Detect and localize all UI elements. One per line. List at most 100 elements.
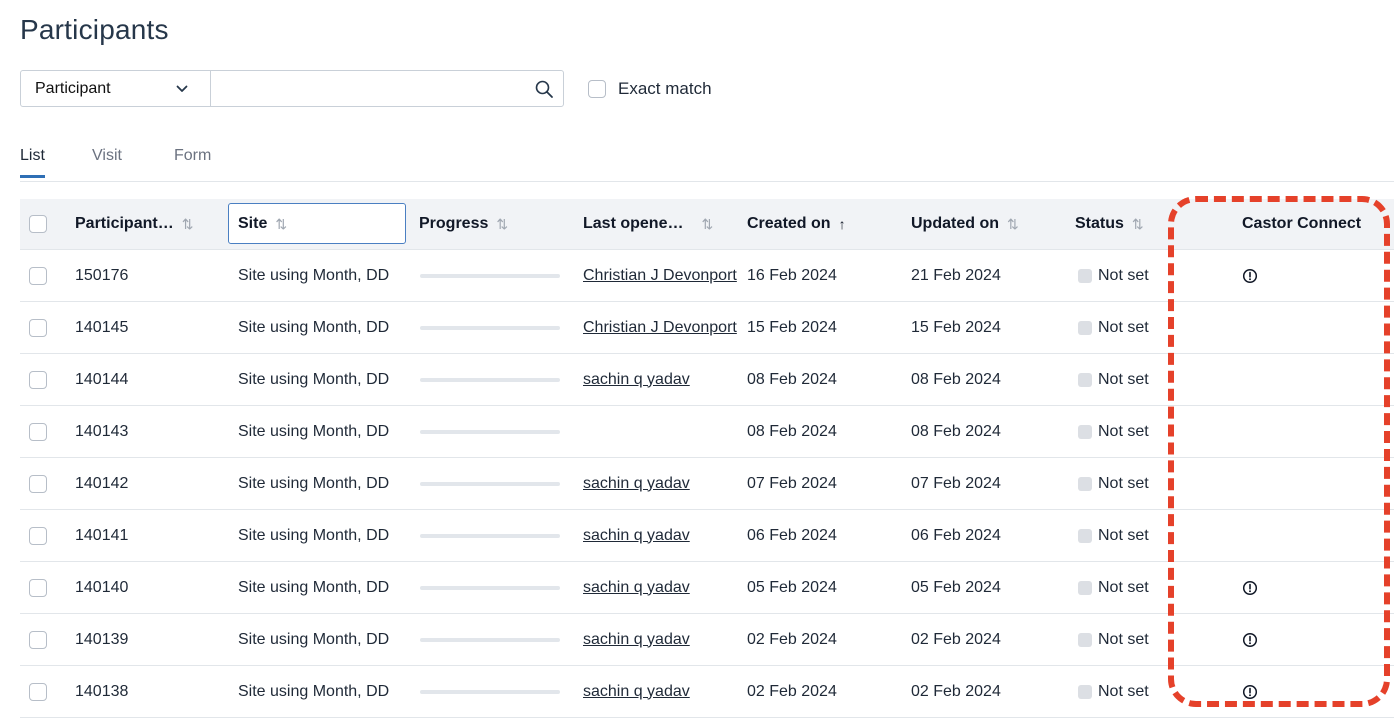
progress-bar bbox=[420, 637, 560, 642]
participant-id[interactable]: 140138 bbox=[75, 666, 128, 717]
updated-on: 08 Feb 2024 bbox=[911, 370, 1001, 388]
row-checkbox[interactable] bbox=[29, 422, 47, 441]
status-cell: Not set bbox=[1078, 354, 1149, 405]
search-input[interactable] bbox=[211, 71, 525, 106]
column-header-status[interactable]: Status ⇅ bbox=[1075, 199, 1144, 249]
tab-form[interactable]: Form bbox=[174, 147, 211, 165]
status-indicator bbox=[1078, 424, 1092, 439]
last-opened-user-link[interactable]: sachin q yadav bbox=[583, 475, 690, 493]
alert-icon[interactable] bbox=[1242, 684, 1258, 700]
select-all-checkbox[interactable] bbox=[29, 215, 47, 233]
column-header-castor-connect[interactable]: Castor Connect bbox=[1242, 199, 1361, 249]
table-row[interactable]: 140140 Site using Month, DD sachin q yadav… bbox=[20, 562, 1394, 614]
status-indicator bbox=[1078, 632, 1092, 647]
column-label: Last opene… bbox=[583, 215, 684, 232]
column-header-participant[interactable]: Participant… ⇅ bbox=[75, 199, 193, 249]
search-box: Participant bbox=[20, 70, 564, 107]
row-checkbox[interactable] bbox=[29, 630, 47, 649]
alert-icon[interactable] bbox=[1242, 580, 1258, 596]
alert-icon[interactable] bbox=[1242, 632, 1258, 648]
status-indicator bbox=[1078, 580, 1092, 595]
participant-id[interactable]: 150176 bbox=[75, 250, 128, 301]
site-name: Site using Month, DD bbox=[238, 318, 390, 336]
table-row[interactable]: 140139 Site using Month, DD sachin q yadav… bbox=[20, 614, 1394, 666]
last-opened-user-link[interactable]: sachin q yadav bbox=[583, 579, 690, 597]
table-row[interactable]: 140145 Site using Month, DD Christian J De… bbox=[20, 302, 1394, 354]
exact-match-option[interactable]: Exact match bbox=[588, 79, 712, 99]
column-header-site[interactable]: Site ⇅ bbox=[238, 199, 287, 249]
progress-bar bbox=[420, 377, 560, 382]
last-opened-user-link[interactable]: sachin q yadav bbox=[583, 683, 690, 701]
updated-on: 08 Feb 2024 bbox=[911, 422, 1001, 440]
search-bar: Participant Exact match bbox=[20, 69, 712, 108]
column-label: Updated on bbox=[911, 215, 999, 232]
last-opened-cell: Christian J Devonport bbox=[583, 302, 743, 353]
column-header-created-on[interactable]: Created on ↑ bbox=[747, 199, 846, 249]
table-row[interactable]: 140138 Site using Month, DD sachin q yadav… bbox=[20, 666, 1394, 718]
site-name: Site using Month, DD bbox=[238, 474, 390, 492]
site-name: Site using Month, DD bbox=[238, 578, 390, 596]
tab-visit[interactable]: Visit bbox=[92, 147, 122, 165]
row-checkbox[interactable] bbox=[29, 474, 47, 493]
row-checkbox[interactable] bbox=[29, 682, 47, 701]
progress-bar bbox=[420, 429, 560, 434]
row-checkbox[interactable] bbox=[29, 578, 47, 597]
participant-id[interactable]: 140142 bbox=[75, 458, 128, 509]
status-label: Not set bbox=[1098, 474, 1149, 492]
created-on: 06 Feb 2024 bbox=[747, 526, 837, 544]
column-header-last-opened[interactable]: Last opene… ⇅ bbox=[583, 199, 713, 249]
site-name: Site using Month, DD bbox=[238, 422, 390, 440]
table-row[interactable]: 150176 Site using Month, DD Christian J De… bbox=[20, 250, 1394, 302]
page-title: Participants bbox=[20, 14, 169, 45]
row-checkbox[interactable] bbox=[29, 266, 47, 285]
castor-connect-cell bbox=[1242, 562, 1258, 613]
search-field-value: Participant bbox=[35, 79, 111, 97]
status-indicator bbox=[1078, 268, 1092, 283]
status-cell: Not set bbox=[1078, 562, 1149, 613]
status-indicator bbox=[1078, 684, 1092, 699]
sort-icon: ⇅ bbox=[1131, 215, 1144, 232]
select-all-cell bbox=[29, 199, 47, 249]
progress-cell bbox=[408, 614, 560, 665]
row-checkbox[interactable] bbox=[29, 526, 47, 545]
last-opened-user-link[interactable]: sachin q yadav bbox=[583, 527, 690, 545]
participant-id[interactable]: 140140 bbox=[75, 562, 128, 613]
participant-id[interactable]: 140141 bbox=[75, 510, 128, 561]
view-tabs: List Visit Form bbox=[20, 147, 1394, 182]
table-row[interactable]: 140143 Site using Month, DD 08 Feb 2024 08 … bbox=[20, 406, 1394, 458]
row-checkbox[interactable] bbox=[29, 370, 47, 389]
alert-icon[interactable] bbox=[1242, 268, 1258, 284]
progress-bar bbox=[420, 533, 560, 538]
exact-match-checkbox[interactable] bbox=[588, 79, 606, 98]
status-label: Not set bbox=[1098, 578, 1149, 596]
last-opened-cell: sachin q yadav bbox=[583, 614, 743, 665]
participant-id[interactable]: 140145 bbox=[75, 302, 128, 353]
search-field-select[interactable]: Participant bbox=[21, 71, 211, 106]
status-cell: Not set bbox=[1078, 302, 1149, 353]
castor-connect-cell bbox=[1242, 250, 1258, 301]
updated-on: 02 Feb 2024 bbox=[911, 630, 1001, 648]
participant-id[interactable]: 140139 bbox=[75, 614, 128, 665]
created-on: 08 Feb 2024 bbox=[747, 370, 837, 388]
row-checkbox[interactable] bbox=[29, 318, 47, 337]
tab-list[interactable]: List bbox=[20, 147, 45, 178]
last-opened-user-link[interactable]: sachin q yadav bbox=[583, 631, 690, 649]
table-row[interactable]: 140141 Site using Month, DD sachin q yadav… bbox=[20, 510, 1394, 562]
column-header-updated-on[interactable]: Updated on ⇅ bbox=[911, 199, 1019, 249]
last-opened-user-link[interactable]: Christian J Devonport bbox=[583, 267, 737, 285]
progress-bar bbox=[420, 325, 560, 330]
status-label: Not set bbox=[1098, 370, 1149, 388]
column-header-progress[interactable]: Progress ⇅ bbox=[419, 199, 508, 249]
last-opened-user-link[interactable]: sachin q yadav bbox=[583, 371, 690, 389]
table-row[interactable]: 140144 Site using Month, DD sachin q yadav… bbox=[20, 354, 1394, 406]
participant-id[interactable]: 140144 bbox=[75, 354, 128, 405]
participant-id[interactable]: 140143 bbox=[75, 406, 128, 457]
table-row[interactable]: 140142 Site using Month, DD sachin q yadav… bbox=[20, 458, 1394, 510]
status-cell: Not set bbox=[1078, 614, 1149, 665]
status-label: Not set bbox=[1098, 526, 1149, 544]
table-body: 150176 Site using Month, DD Christian J De… bbox=[20, 250, 1394, 718]
progress-cell bbox=[408, 406, 560, 457]
last-opened-user-link[interactable]: Christian J Devonport bbox=[583, 319, 737, 337]
search-icon[interactable] bbox=[525, 71, 563, 106]
row-select-cell bbox=[29, 614, 47, 665]
